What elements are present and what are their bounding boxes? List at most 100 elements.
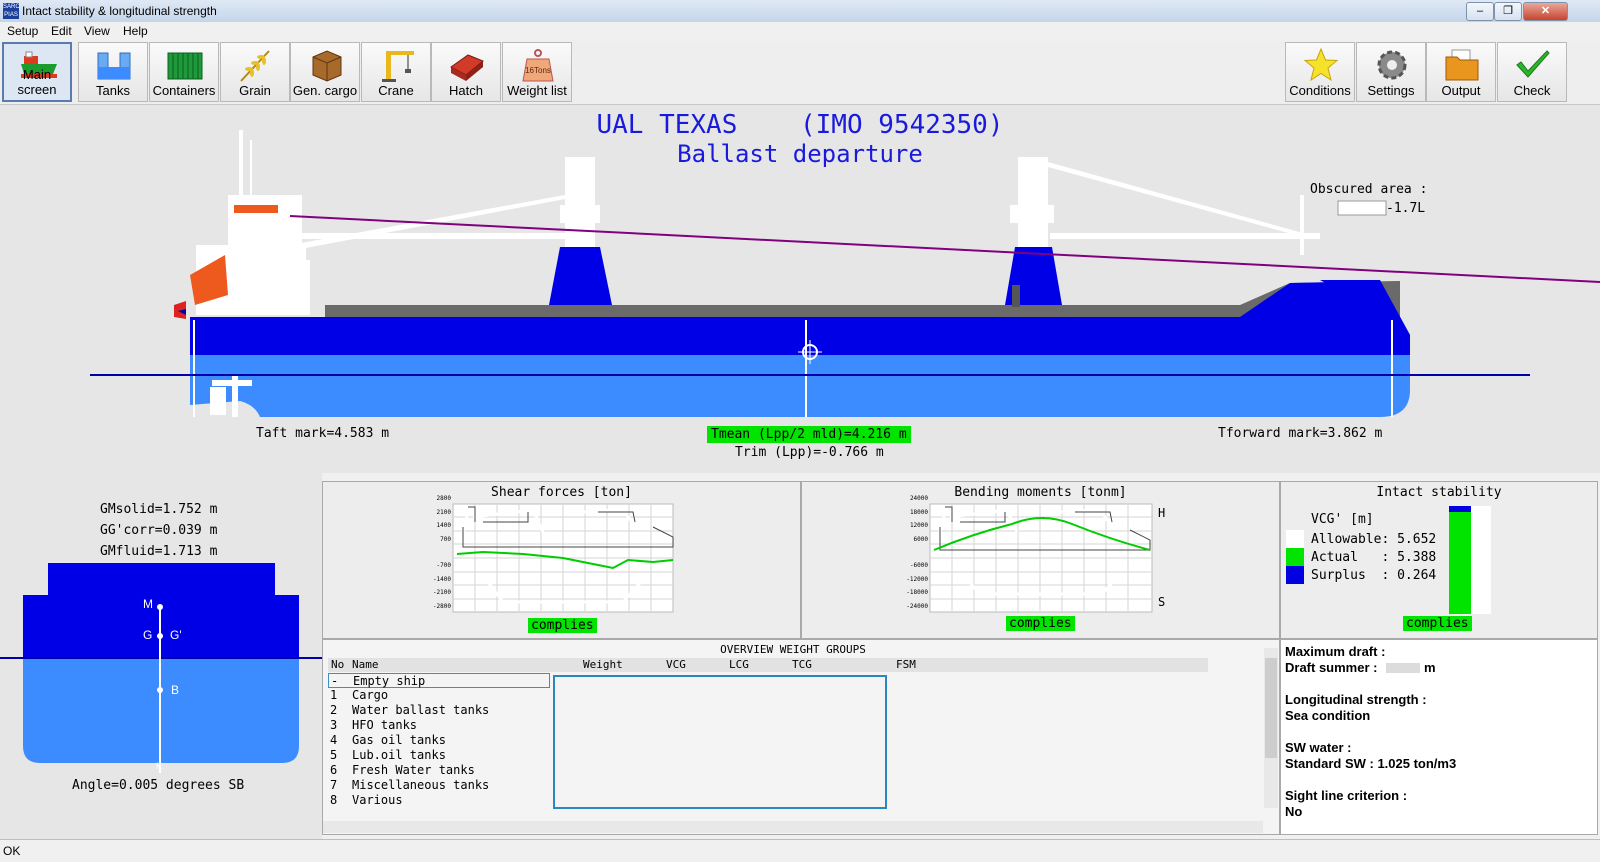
weight-values-box[interactable] <box>553 675 887 809</box>
check-button[interactable]: Check <box>1497 42 1567 102</box>
actual-value: Actual : 5.388 <box>1311 550 1437 565</box>
standard-sw: Standard SW : 1.025 ton/m3 <box>1285 756 1457 771</box>
table-row[interactable]: 8 Various <box>328 793 550 808</box>
vertical-scrollbar[interactable] <box>1264 648 1278 808</box>
horizontal-scrollbar[interactable] <box>323 821 1263 833</box>
gen-cargo-button[interactable]: Gen. cargo <box>290 42 360 102</box>
table-row[interactable]: 5 Lub.oil tanks <box>328 748 550 763</box>
grain-icon <box>240 50 270 82</box>
shear-status: complies <box>528 618 597 633</box>
bending-moments-panel[interactable]: Bending moments [tonm] 24000 18000 12000… <box>801 481 1280 639</box>
gen-cargo-label: Gen. cargo <box>292 83 358 98</box>
obscured-area-value: -1.7L <box>1386 201 1426 216</box>
point-g-prime-label: G' <box>170 628 182 642</box>
sagging-label: S <box>1158 595 1166 609</box>
taft-mark: Taft mark=4.583 m <box>256 426 390 441</box>
point-b-label: B <box>171 683 180 697</box>
maximize-button[interactable]: ❐ <box>1494 2 1522 21</box>
crane-icon <box>382 51 414 82</box>
containers-label: Containers <box>152 83 216 98</box>
trim-value: Trim (Lpp)=-0.766 m <box>735 445 884 460</box>
intact-status: complies <box>1403 616 1472 631</box>
sw-water-label: SW water : <box>1285 740 1352 755</box>
bending-tick-4: -6000 <box>909 562 928 569</box>
col-weight: Weight <box>583 658 623 671</box>
surplus-swatch <box>1286 566 1304 584</box>
minimize-button[interactable]: – <box>1466 2 1494 21</box>
menu-help[interactable]: Help <box>123 24 148 38</box>
bending-tick-1: 18000 <box>909 509 928 516</box>
svg-text:16Tons: 16Tons <box>525 66 551 75</box>
gm-fluid: GMfluid=1.713 m <box>100 544 218 559</box>
table-row[interactable]: 6 Fresh Water tanks <box>328 763 550 778</box>
shear-forces-panel[interactable]: Shear forces [ton] 2800 2100 1400 700 -7… <box>322 481 801 639</box>
col-fsm: FSM <box>896 658 916 671</box>
menu-view[interactable]: View <box>84 24 110 38</box>
allowable-value: Allowable: 5.652 <box>1311 532 1437 547</box>
ship-profile-view[interactable]: UAL TEXAS (IMO 9542350) Ballast departur… <box>0 105 1600 473</box>
output-button[interactable]: Output <box>1426 42 1496 102</box>
sight-line-value: No <box>1285 804 1303 819</box>
status-bar: OK <box>0 839 1600 862</box>
bending-status: complies <box>1006 616 1075 631</box>
gm-solid: GMsolid=1.752 m <box>100 502 218 517</box>
scrollbar-thumb[interactable] <box>1265 658 1277 758</box>
table-row[interactable]: 1 Cargo <box>328 688 550 703</box>
grain-button[interactable]: Grain <box>220 42 290 102</box>
settings-button[interactable]: Settings <box>1356 42 1426 102</box>
obscured-swatch <box>1337 200 1387 216</box>
toolbar: Main screen Tanks Containers Grain Gen. … <box>0 41 1600 105</box>
tmean-value: Tmean (Lpp/2 mld)=4.216 m <box>707 426 911 443</box>
output-label: Output <box>1441 83 1481 98</box>
container-icon <box>167 52 203 80</box>
table-row[interactable]: 7 Miscellaneous tanks <box>328 778 550 793</box>
weight-groups-title: OVERVIEW WEIGHT GROUPS <box>720 643 866 656</box>
hatch-label: Hatch <box>449 83 483 98</box>
containers-button[interactable]: Containers <box>149 42 219 102</box>
bending-tick-5: -12000 <box>906 576 928 583</box>
check-label: Check <box>1513 83 1551 98</box>
shear-tick-3: 700 <box>440 536 451 543</box>
crane-button[interactable]: Crane <box>361 42 431 102</box>
table-row[interactable]: 2 Water ballast tanks <box>328 703 550 718</box>
tanks-button[interactable]: Tanks <box>78 42 148 102</box>
bending-tick-0: 24000 <box>909 495 928 502</box>
hatch-button[interactable]: Hatch <box>431 42 501 102</box>
shear-tick-6: -2100 <box>432 589 451 596</box>
table-row[interactable]: - Empty ship <box>328 673 550 688</box>
main-screen-button[interactable]: Main screen <box>2 42 72 102</box>
star-icon <box>1303 47 1339 82</box>
draft-summer-field <box>1386 663 1420 673</box>
menu-edit[interactable]: Edit <box>51 24 72 38</box>
shear-tick-0: 2800 <box>436 495 451 502</box>
menu-setup[interactable]: Setup <box>7 24 38 38</box>
weight-list-button[interactable]: 16Tons Weight list <box>502 42 572 102</box>
conditions-button[interactable]: Conditions <box>1285 42 1355 102</box>
close-button[interactable]: ✕ <box>1523 2 1568 21</box>
actual-swatch <box>1286 548 1304 566</box>
fwd-crane <box>1005 157 1320 305</box>
aft-crane <box>290 157 612 305</box>
weight-groups-panel[interactable]: OVERVIEW WEIGHT GROUPS No Name Weight VC… <box>322 639 1280 835</box>
table-row[interactable]: 3 HFO tanks <box>328 718 550 733</box>
app-icon: SARC PIAS <box>3 3 20 19</box>
gear-icon <box>1377 50 1407 80</box>
title-bar: SARC PIAS Intact stability & longitudina… <box>0 0 1600 23</box>
settings-label: Settings <box>1367 83 1415 98</box>
transverse-section-view[interactable]: GMsolid=1.752 m GG'corr=0.039 m GMfluid=… <box>0 473 322 839</box>
intact-stability-panel[interactable]: Intact stability VCG' [m] Allowable: 5.6… <box>1280 481 1598 639</box>
vcg-label: VCG' [m] <box>1311 512 1374 527</box>
weight-groups-rows: - Empty ship 1 Cargo 2 Water ballast tanks … <box>328 673 550 808</box>
shear-tick-7: -2800 <box>432 603 451 610</box>
table-row[interactable]: 4 Gas oil tanks <box>328 733 550 748</box>
tforward-mark: Tforward mark=3.862 m <box>1218 426 1383 441</box>
point-m-label: M <box>143 597 153 611</box>
vcg-bar <box>1449 506 1491 614</box>
crate-icon <box>312 50 342 82</box>
sight-line-label: Sight line criterion : <box>1285 788 1408 803</box>
menu-bar: Setup Edit View Help <box>0 22 1600 41</box>
info-panel: Maximum draft : Draft summer : m Longitu… <box>1280 639 1598 835</box>
weight-list-label: Weight list <box>507 83 567 98</box>
grain-label: Grain <box>239 83 271 98</box>
gg-corr: GG'corr=0.039 m <box>100 523 218 538</box>
